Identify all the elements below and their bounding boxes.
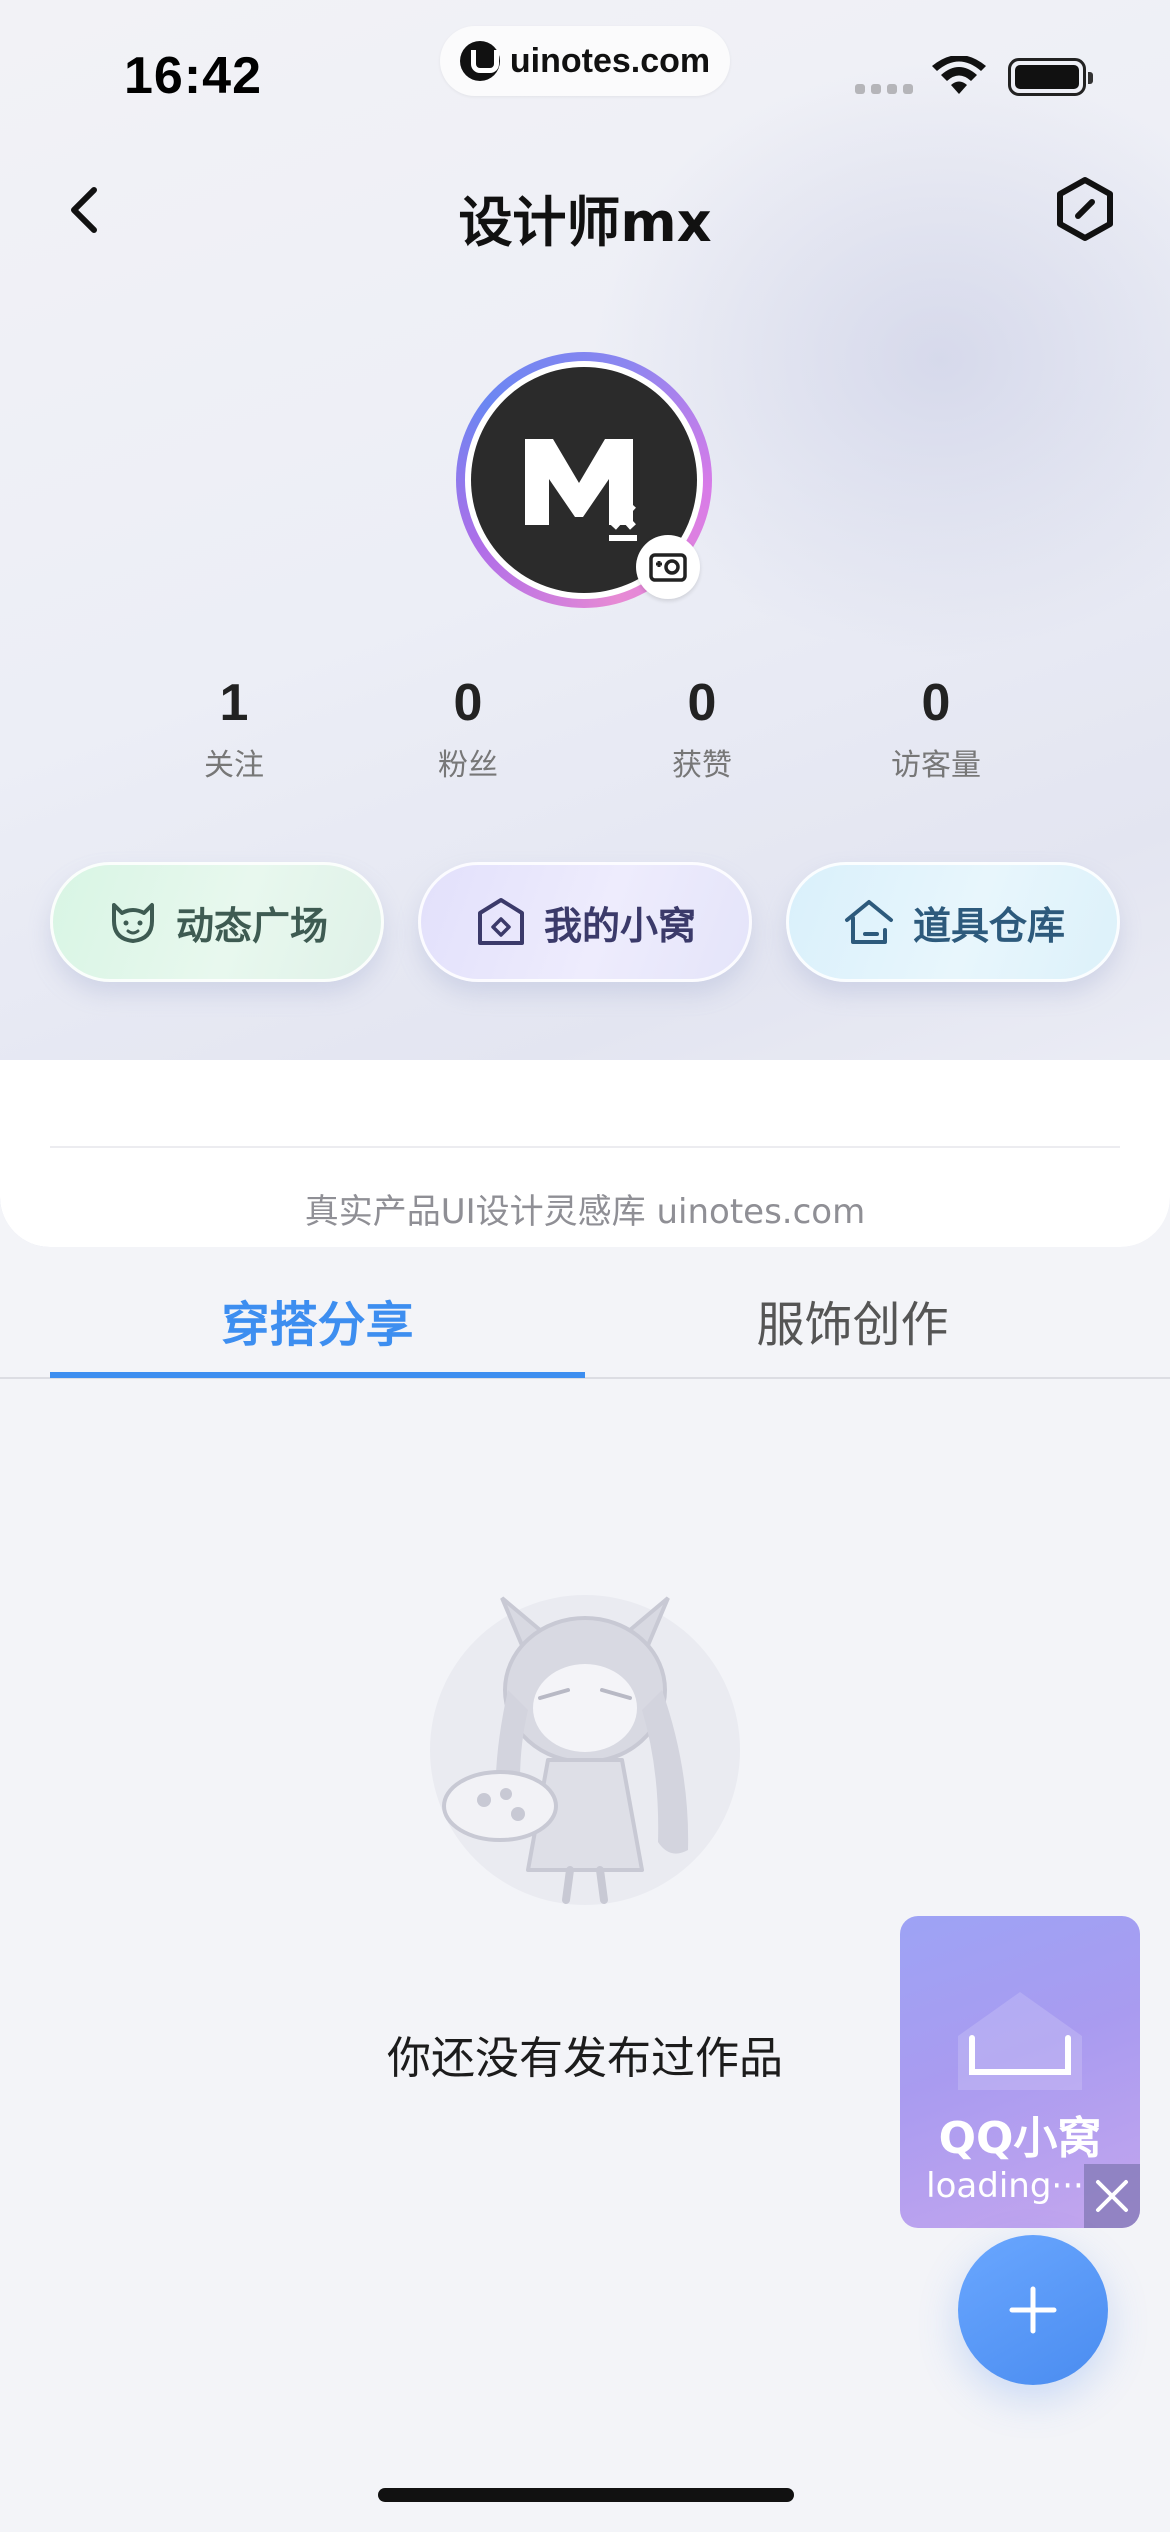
feed-plaza-button[interactable]: 动态广场 — [50, 862, 384, 982]
profile-stats: 1 关注 0 粉丝 0 获赞 0 访客量 — [0, 672, 1170, 792]
tab-indicator — [50, 1372, 585, 1378]
plus-icon — [1009, 2286, 1057, 2334]
nav-bar: 设计师mx — [0, 160, 1170, 260]
house-diamond-icon — [477, 898, 524, 945]
quick-action-label: 动态广场 — [175, 903, 328, 948]
stat-label: 访客量 — [891, 748, 981, 783]
battery-icon — [1008, 58, 1093, 96]
house-outline-icon — [844, 900, 893, 944]
stat-likes[interactable]: 0 获赞 — [602, 672, 802, 784]
close-icon[interactable] — [1084, 2164, 1140, 2228]
camera-icon[interactable] — [636, 535, 700, 599]
url-text: uinotes.com — [509, 41, 711, 80]
watermark-text: 真实产品UI设计灵感库 uinotes.com — [304, 1192, 866, 1232]
qq-card-title: QQ小窝 — [938, 2113, 1102, 2164]
create-post-button[interactable] — [958, 2235, 1108, 2385]
signal-icon — [855, 84, 913, 94]
tab-clothing-creation[interactable]: 服饰创作 — [585, 1285, 1120, 1355]
divider — [50, 1146, 1120, 1148]
status-bar: 16:42 uinotes.com — [0, 0, 1170, 130]
my-nest-button[interactable]: 我的小窝 — [418, 862, 752, 982]
stat-value: 0 — [921, 674, 951, 732]
uinotes-logo-icon — [459, 41, 500, 81]
content-tabs: 穿搭分享 服饰创作 — [0, 1255, 1170, 1379]
status-time: 16:42 — [124, 47, 262, 105]
character-girl-illustration — [430, 1595, 740, 1905]
quick-action-label: 道具仓库 — [912, 903, 1065, 948]
stat-value: 0 — [687, 674, 717, 732]
stat-following[interactable]: 1 关注 — [134, 672, 334, 784]
stat-label: 关注 — [204, 748, 264, 783]
stat-value: 1 — [219, 674, 249, 732]
url-pill[interactable]: uinotes.com — [440, 26, 730, 96]
quick-action-label: 我的小窝 — [543, 903, 696, 948]
cat-face-icon — [111, 903, 154, 943]
tab-outfit-share[interactable]: 穿搭分享 — [50, 1285, 585, 1355]
qq-card-loading: loading··· — [926, 2166, 1084, 2206]
home-indicator[interactable] — [378, 2488, 794, 2502]
stat-value: 0 — [453, 674, 483, 732]
stat-label: 粉丝 — [438, 748, 498, 783]
hexagon-settings-icon[interactable] — [1050, 174, 1120, 244]
page-title: 设计师mx — [458, 191, 712, 254]
stat-followers[interactable]: 0 粉丝 — [368, 672, 568, 784]
wifi-icon — [932, 56, 986, 94]
stat-label: 获赞 — [672, 748, 732, 783]
item-warehouse-button[interactable]: 道具仓库 — [786, 862, 1120, 982]
house-watermark-icon — [958, 1992, 1082, 2090]
stat-visitors[interactable]: 0 访客量 — [836, 672, 1036, 784]
